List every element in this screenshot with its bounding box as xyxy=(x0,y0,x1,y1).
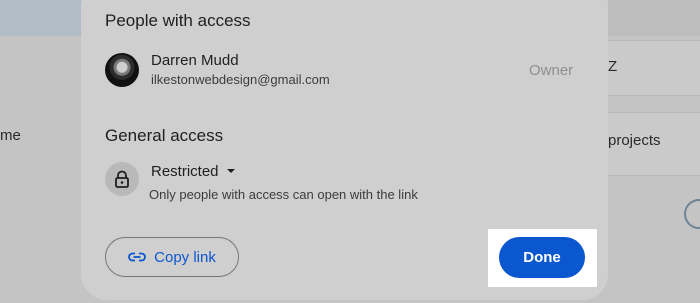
lock-icon xyxy=(105,162,139,196)
general-access-title: General access xyxy=(105,126,224,145)
background-row-label: Z xyxy=(608,58,618,75)
lock-icon-glyph xyxy=(115,170,129,188)
link-icon xyxy=(128,252,147,262)
background-circle-button xyxy=(684,199,700,229)
access-description: Only people with access can open with th… xyxy=(149,187,418,202)
background-left-text: me xyxy=(0,127,21,144)
people-with-access-title: People with access xyxy=(105,11,251,30)
background-header-left xyxy=(0,0,82,36)
person-name: Darren Mudd xyxy=(151,52,239,69)
avatar xyxy=(105,53,139,87)
copy-link-button[interactable]: Copy link xyxy=(105,237,239,277)
person-role: Owner xyxy=(529,62,574,79)
done-button[interactable]: Done xyxy=(499,237,585,278)
background-row-label: projects xyxy=(608,132,661,149)
copy-link-label: Copy link xyxy=(154,248,216,266)
background-row: projects xyxy=(608,112,700,176)
person-email: ilkestonwebdesign@gmail.com xyxy=(151,72,330,87)
access-level-label: Restricted xyxy=(151,162,219,180)
access-level-dropdown[interactable]: Restricted xyxy=(151,160,237,182)
background-row: Z xyxy=(608,40,700,96)
caret-down-icon xyxy=(226,169,235,173)
background-header-right xyxy=(608,0,700,36)
